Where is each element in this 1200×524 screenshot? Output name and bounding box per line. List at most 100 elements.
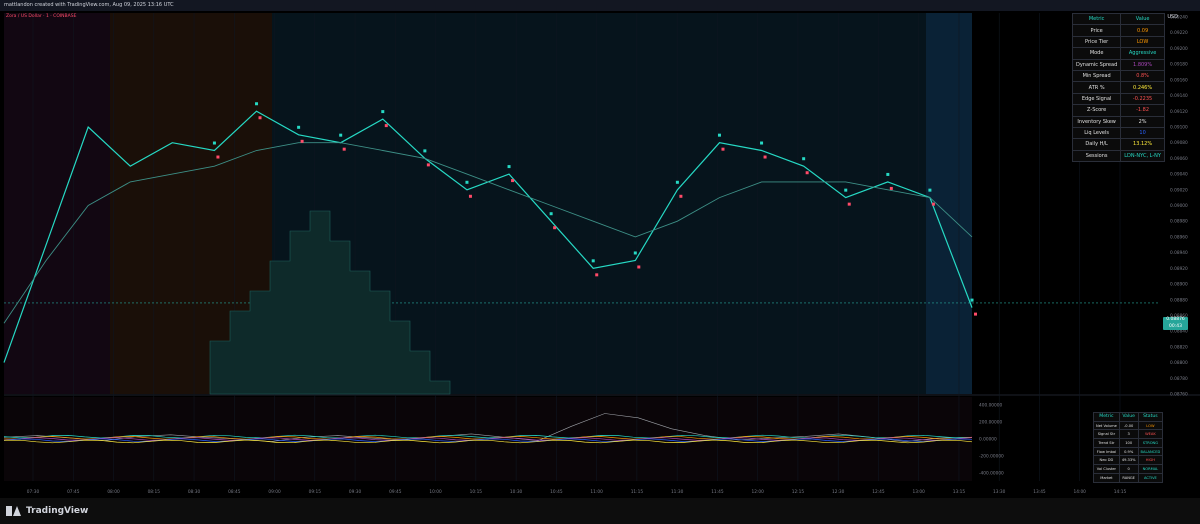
buy-signal-marker	[633, 251, 637, 255]
buy-signal-marker	[423, 149, 427, 153]
sell-signal-marker	[511, 179, 515, 183]
metrics-row: Daily H/L 13.12%	[1071, 138, 1165, 151]
metric-value: 13.12%	[1120, 138, 1165, 151]
y-tick-label: 0.09220	[1170, 30, 1188, 36]
tradingview-logo-icon	[6, 506, 22, 516]
currency-label[interactable]: USD	[1167, 14, 1178, 20]
status-header-1: Value	[1118, 412, 1139, 422]
metrics-row: Min Spread 0.8%	[1071, 69, 1165, 83]
y-tick-label: 0.09000	[1170, 203, 1188, 209]
sell-signal-marker	[216, 155, 220, 159]
tradingview-logo[interactable]: TradingView	[6, 506, 88, 516]
x-tick-label: 08:30	[188, 489, 201, 495]
sell-signal-marker	[637, 265, 641, 269]
x-tick-label: 08:15	[148, 489, 161, 495]
y-tick-label: 0.08900	[1170, 282, 1188, 288]
x-tick-label: 12:15	[792, 489, 805, 495]
footer-bar: TradingView	[0, 498, 1200, 524]
buy-signal-marker	[339, 133, 343, 137]
metric-name: Liq Levels	[1071, 126, 1122, 140]
status-state: STRONG	[1137, 438, 1164, 448]
metric-name: Inventory Skew	[1071, 115, 1122, 128]
metric-value: -1.82	[1120, 104, 1165, 117]
y-tick-label: 0.09140	[1170, 93, 1188, 99]
status-metric: Market	[1093, 472, 1120, 483]
x-tick-label: 13:30	[993, 489, 1006, 495]
metrics-row: Sessions LDN-NYC, L-NY	[1071, 149, 1165, 163]
status-row: Vol Cluster 0 NORMAL	[1093, 464, 1164, 474]
metric-name: Daily H/L	[1071, 138, 1122, 151]
sell-signal-marker	[426, 163, 430, 167]
metrics-row: Mode Aggressive	[1071, 47, 1165, 60]
status-state: BALANCED	[1137, 446, 1164, 457]
brand-name: TradingView	[26, 506, 89, 516]
y-tick-label: 0.08940	[1170, 250, 1188, 256]
y-tick-label: 0.08780	[1170, 376, 1188, 382]
buy-signal-marker	[591, 259, 595, 263]
status-row: Trend Str 100 STRONG	[1093, 438, 1164, 448]
status-state: HIGH	[1137, 455, 1164, 466]
status-metric: Net Volume	[1093, 420, 1120, 431]
metric-value: Aggressive	[1120, 47, 1165, 60]
metrics-row: Price Tier LOW	[1071, 35, 1165, 49]
sell-signal-marker	[258, 116, 262, 120]
metric-value: LDN-NYC, L-NY	[1120, 149, 1165, 163]
status-row: Flow Imbal 0.9% BALANCED	[1093, 446, 1164, 457]
metric-name: Min Spread	[1071, 69, 1122, 83]
x-tick-label: 09:15	[309, 489, 322, 495]
status-state: WEAK	[1137, 429, 1164, 440]
y-tick-label: 0.09200	[1170, 46, 1188, 52]
x-tick-label: 07:30	[27, 489, 40, 495]
status-state: ACTIVE	[1137, 472, 1164, 483]
y-tick-label: 0.09040	[1170, 172, 1188, 178]
metrics-row: Price 0.09	[1071, 24, 1165, 37]
metric-name: Dynamic Spread	[1071, 58, 1122, 71]
status-state: NORMAL	[1137, 464, 1164, 474]
sell-signal-marker	[342, 147, 346, 151]
x-tick-label: 10:15	[470, 489, 483, 495]
status-row: Market RANGE ACTIVE	[1093, 472, 1164, 483]
metrics-header-0: Metric	[1071, 12, 1122, 26]
y-tick-label: 0.09080	[1170, 140, 1188, 146]
sell-signal-marker	[847, 202, 851, 206]
x-tick-label: 13:15	[953, 489, 966, 495]
status-row: Signal Str 3 WEAK	[1093, 429, 1164, 440]
watermark-header: mattlandon created with TradingView.com,…	[0, 0, 1200, 11]
x-tick-label: 11:00	[590, 489, 603, 495]
buy-signal-marker	[886, 172, 890, 176]
status-row: Neo DD 49.33% HIGH	[1093, 455, 1164, 466]
buy-signal-marker	[928, 188, 932, 192]
price-chart-svg[interactable]: 0.092400.092200.092000.091800.091600.091…	[0, 11, 1200, 495]
status-metric: Vol Cluster	[1093, 464, 1120, 474]
buy-signal-marker	[844, 188, 848, 192]
x-tick-label: 09:30	[349, 489, 362, 495]
status-header-2: Status	[1137, 412, 1164, 422]
y-tick-label: 0.09160	[1170, 77, 1188, 83]
sell-signal-marker	[553, 226, 557, 230]
x-tick-label: 11:15	[631, 489, 644, 495]
status-value: 0.9%	[1118, 446, 1139, 457]
sell-signal-marker	[721, 147, 725, 151]
status-value: 0	[1118, 464, 1139, 474]
x-tick-label: 10:45	[550, 489, 563, 495]
metric-name: Mode	[1071, 47, 1122, 60]
status-metric: Flow Imbal	[1093, 446, 1120, 457]
osc-y-tick-label: 200.00000	[979, 420, 1003, 426]
buy-signal-marker	[297, 125, 301, 129]
chart-area[interactable]: 0.09240 0.09220 0.09200 0.09180 0.09160 0.091…	[0, 11, 1200, 495]
x-tick-label: 12:00	[751, 489, 764, 495]
metrics-row: Liq Levels 10	[1071, 126, 1165, 140]
buy-signal-marker	[381, 110, 385, 114]
last-price-countdown: 00:43	[1169, 323, 1182, 329]
metric-value: LOW	[1120, 35, 1165, 49]
metric-name: Edge Signal	[1071, 92, 1122, 106]
metrics-row: Inventory Skew 2%	[1071, 115, 1165, 128]
sell-signal-marker	[679, 194, 683, 198]
metrics-header-1: Value	[1120, 12, 1165, 26]
status-value: -0.00	[1118, 420, 1139, 431]
x-tick-label: 14:15	[1114, 489, 1127, 495]
metrics-table: Metric Value Price 0.09 Price Tier LOW Mode Agg…	[1071, 12, 1165, 163]
symbol-label: Zora / US Dollar · 1 · COINBASE	[6, 14, 77, 19]
status-state: LOW	[1137, 420, 1164, 431]
metric-name: Sessions	[1071, 149, 1122, 163]
